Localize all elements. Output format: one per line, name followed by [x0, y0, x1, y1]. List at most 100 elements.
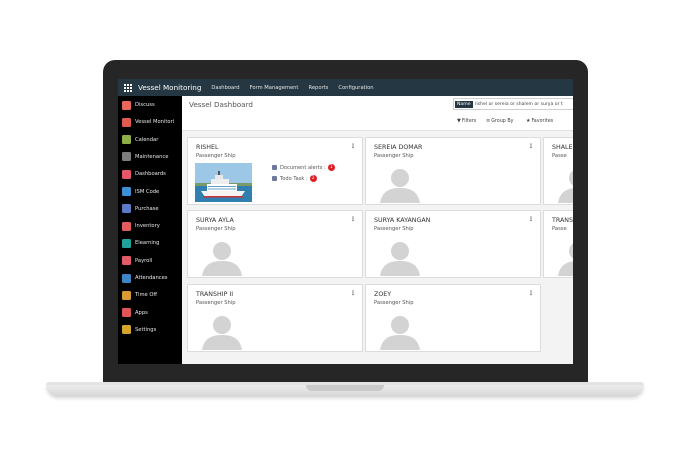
- nav-reports[interactable]: Reports: [308, 85, 328, 91]
- vessel-card[interactable]: SURYA AYLA Passenger Ship ⋮: [187, 210, 363, 278]
- vessel-type: Passenger Ship: [374, 226, 414, 232]
- document-icon: [272, 165, 277, 170]
- sidebar-item-inventory[interactable]: Inventory: [122, 221, 160, 231]
- sidebar-item-ism-code[interactable]: ISM Code: [122, 187, 159, 197]
- sidebar-item-label: Inventory: [135, 223, 160, 230]
- nav-configuration[interactable]: Configuration: [338, 85, 373, 91]
- sidebar-item-calendar[interactable]: Calendar: [122, 135, 158, 145]
- sidebar-item-label: Maintenance: [135, 153, 169, 160]
- sidebar-item-label: ISM Code: [135, 188, 160, 195]
- sidebar-item-label: Calendar: [135, 136, 159, 143]
- placeholder-avatar-icon: [554, 238, 573, 276]
- sidebar-item-maintenance[interactable]: Maintenance: [122, 152, 168, 162]
- favorites-button[interactable]: ★ Favorites: [526, 118, 553, 124]
- sidebar-item-label: Elearning: [135, 240, 160, 247]
- layers-icon: ≡: [486, 118, 491, 124]
- payroll-icon: [122, 256, 131, 266]
- sidebar-item-payroll[interactable]: Payroll: [122, 256, 152, 266]
- todo-task-label: Todo Task :: [280, 175, 308, 182]
- sidebar-item-label: Attendances: [135, 275, 168, 281]
- vessel-name: SEREIA DOMAR: [374, 144, 423, 151]
- card-menu-icon[interactable]: ⋮: [350, 143, 356, 150]
- time-off-icon: [122, 290, 131, 300]
- search-input[interactable]: Name rishel or sereia or shalem or surya…: [453, 98, 573, 110]
- dashboard-icon: [122, 169, 131, 179]
- vessel-type: Passenger Ship: [374, 153, 414, 159]
- sidebar-item-label: Purchase: [135, 205, 159, 212]
- settings-icon: [122, 325, 131, 335]
- discuss-icon: [122, 100, 131, 110]
- laptop-notch: [306, 385, 384, 391]
- vessel-name: ZOEY: [374, 291, 392, 298]
- sidebar-item-label: Dashboards: [135, 171, 166, 178]
- document-alerts-link[interactable]: Document alerts :1: [272, 164, 335, 171]
- search-facet-name[interactable]: Name: [455, 100, 473, 108]
- sidebar-item-dashboards[interactable]: Dashboards: [122, 169, 166, 179]
- vessel-type: Passenger Ship: [374, 300, 414, 306]
- sidebar-item-label: Discuss: [135, 102, 155, 108]
- card-menu-icon[interactable]: ⋮: [528, 216, 534, 223]
- vessel-card[interactable]: SHALE Passe: [543, 137, 573, 205]
- nav-dashboard[interactable]: Dashboard: [211, 85, 239, 91]
- vessel-card[interactable]: RISHEL Passenger Ship ⋮ Document alerts :1 T…: [187, 137, 363, 205]
- vessel-type: Passenger Ship: [196, 226, 236, 232]
- group-by-label: Group By: [491, 118, 514, 124]
- card-menu-icon[interactable]: ⋮: [528, 290, 534, 297]
- card-menu-icon[interactable]: ⋮: [528, 143, 534, 150]
- sidebar-item-label: Time Off: [135, 292, 158, 299]
- top-navbar: Vessel Monitoring Dashboard Form Managem…: [118, 79, 573, 96]
- purchase-icon: [122, 204, 131, 214]
- sidebar-item-settings[interactable]: Settings: [122, 325, 156, 335]
- sidebar-item-label: Vessel Monitori: [135, 119, 175, 126]
- sidebar: Discuss Vessel Monitori Calendar Maintenanc…: [118, 96, 182, 364]
- wrench-icon: [122, 152, 131, 162]
- calendar-icon: [122, 135, 131, 145]
- star-icon: ★: [526, 118, 531, 124]
- app-title[interactable]: Vessel Monitoring: [138, 83, 201, 92]
- group-by-button[interactable]: ≡ Group By: [486, 118, 513, 124]
- sidebar-item-apps[interactable]: Apps: [122, 308, 148, 318]
- sidebar-item-attendances[interactable]: Attendances: [122, 273, 168, 283]
- sidebar-item-time-off[interactable]: Time Off: [122, 290, 157, 300]
- favorites-label: Favorites: [531, 118, 554, 124]
- page-title: Vessel Dashboard: [189, 100, 253, 109]
- vessel-card[interactable]: SURYA KAYANGAN Passenger Ship ⋮: [365, 210, 541, 278]
- apps-menu-icon[interactable]: [124, 83, 132, 92]
- nav-form-management[interactable]: Form Management: [250, 85, 299, 91]
- attendances-icon: [122, 273, 131, 283]
- search-value[interactable]: rishel or sereia or shalem or surya or t: [475, 102, 563, 107]
- vessel-card[interactable]: TRANS Passe: [543, 210, 573, 278]
- sidebar-item-vessel-monitori[interactable]: Vessel Monitori: [122, 117, 174, 127]
- document-alerts-label: Document alerts :: [280, 164, 326, 171]
- placeholder-avatar-icon: [554, 165, 573, 203]
- placeholder-avatar-icon: [376, 165, 424, 203]
- filters-label: Filters: [461, 118, 477, 124]
- vessel-name: RISHEL: [196, 144, 219, 151]
- sidebar-item-elearning[interactable]: Elearning: [122, 238, 159, 248]
- card-menu-icon[interactable]: ⋮: [350, 216, 356, 223]
- document-alerts-badge: 1: [327, 164, 335, 171]
- checkbox-icon: [272, 176, 277, 181]
- filter-icon: ▼: [457, 118, 461, 124]
- card-menu-icon[interactable]: ⋮: [350, 290, 356, 297]
- main-content: Vessel Dashboard Name rishel or sereia o…: [182, 96, 573, 364]
- screen: Vessel Monitoring Dashboard Form Managem…: [118, 79, 573, 364]
- placeholder-avatar-icon: [198, 312, 246, 350]
- vessel-name: TRANSHIP II: [196, 291, 234, 298]
- vessel-name: SHALE: [552, 144, 573, 151]
- filters-button[interactable]: ▼ Filters: [457, 118, 476, 124]
- vessel-card[interactable]: TRANSHIP II Passenger Ship ⋮: [187, 284, 363, 352]
- control-panel: Vessel Dashboard Name rishel or sereia o…: [182, 96, 573, 131]
- vessel-name: SURYA KAYANGAN: [374, 217, 431, 224]
- vessel-card[interactable]: SEREIA DOMAR Passenger Ship ⋮: [365, 137, 541, 205]
- sidebar-item-label: Settings: [135, 326, 157, 333]
- sidebar-item-purchase[interactable]: Purchase: [122, 204, 159, 214]
- vessel-photo: [195, 163, 252, 202]
- todo-task-link[interactable]: Todo Task :2: [272, 175, 317, 182]
- sidebar-item-label: Apps: [135, 309, 148, 316]
- apps-icon: [122, 308, 131, 318]
- vessel-card[interactable]: ZOEY Passenger Ship ⋮: [365, 284, 541, 352]
- vessel-name: SURYA AYLA: [196, 217, 234, 224]
- vessel-type: Passenger Ship: [196, 300, 236, 306]
- sidebar-item-discuss[interactable]: Discuss: [122, 100, 155, 110]
